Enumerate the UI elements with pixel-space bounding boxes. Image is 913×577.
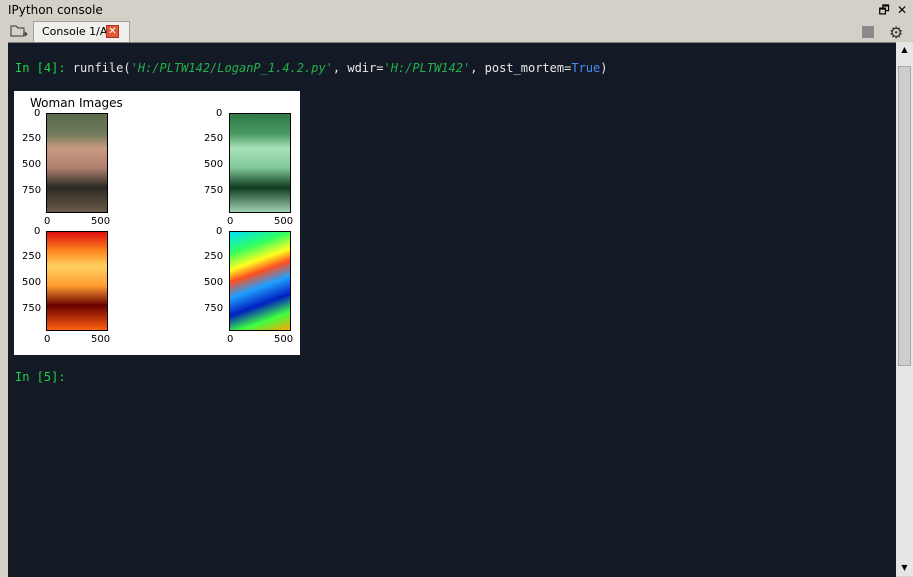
- window-controls: 🗗 ✕: [877, 1, 909, 22]
- tab-console-1a[interactable]: Console 1/A ✕: [33, 21, 130, 42]
- y-tick: 500: [22, 277, 42, 288]
- prompt-in-5: In [5]:: [15, 370, 66, 384]
- input-line-4: In [4]: runfile('H:/PLTW142/LoganP_1.4.2…: [15, 61, 607, 75]
- close-tab-icon[interactable]: ✕: [106, 25, 119, 38]
- code-func: runfile(: [65, 61, 131, 75]
- x-tick: 0: [44, 334, 51, 345]
- y-tick: 0: [216, 226, 223, 237]
- y-tick: 250: [22, 133, 42, 144]
- scroll-thumb[interactable]: [898, 66, 911, 366]
- y-tick: 0: [216, 108, 223, 119]
- woman-image-green: [229, 113, 291, 213]
- folder-icon[interactable]: [10, 24, 28, 38]
- restore-icon[interactable]: 🗗: [877, 1, 891, 22]
- figure-title: Woman Images: [30, 96, 123, 110]
- stop-icon[interactable]: [862, 26, 874, 38]
- close-window-icon[interactable]: ✕: [895, 3, 909, 17]
- y-tick: 250: [204, 251, 224, 262]
- code-arg-file: 'H:/PLTW142/LoganP_1.4.2.py': [130, 61, 333, 75]
- x-tick: 0: [44, 216, 51, 227]
- woman-image-red: [46, 231, 108, 331]
- code-close-paren: ): [600, 61, 608, 75]
- y-tick: 750: [204, 185, 224, 196]
- x-tick: 500: [91, 334, 111, 345]
- tab-bar: Console 1/A ✕ ⚙: [0, 20, 913, 42]
- y-tick: 500: [204, 277, 224, 288]
- y-tick: 250: [22, 251, 42, 262]
- y-tick: 750: [22, 303, 42, 314]
- woman-image-colormap: [229, 231, 291, 331]
- y-tick: 500: [22, 159, 42, 170]
- gear-icon[interactable]: ⚙: [889, 23, 903, 42]
- x-tick: 500: [274, 216, 294, 227]
- x-tick: 500: [274, 334, 294, 345]
- scroll-down-icon[interactable]: ▼: [896, 560, 913, 576]
- code-keyword-true: True: [571, 61, 601, 75]
- tab-label: Console 1/A: [42, 25, 108, 38]
- y-tick: 250: [204, 133, 224, 144]
- code-arg-wdir: 'H:/PLTW142': [383, 61, 471, 75]
- x-tick: 0: [227, 216, 234, 227]
- y-tick: 0: [34, 108, 41, 119]
- title-bar: IPython console 🗗 ✕: [0, 0, 913, 20]
- y-tick: 500: [204, 159, 224, 170]
- y-tick: 750: [204, 303, 224, 314]
- window-title: IPython console: [8, 3, 103, 17]
- input-line-5[interactable]: In [5]:: [15, 370, 66, 384]
- x-tick: 500: [91, 216, 111, 227]
- y-tick: 750: [22, 185, 42, 196]
- woman-image-original: [46, 113, 108, 213]
- console-output[interactable]: In [4]: runfile('H:/PLTW142/LoganP_1.4.2…: [8, 42, 896, 577]
- x-tick: 0: [227, 334, 234, 345]
- vertical-scrollbar[interactable]: ▲ ▼: [896, 42, 913, 576]
- y-tick: 0: [34, 226, 41, 237]
- code-sep-wdir: , wdir=: [332, 61, 384, 75]
- matplotlib-figure: Woman Images 0 250 500 750 0 500 0 250 5…: [14, 91, 300, 355]
- prompt-in-4: In [4]:: [15, 61, 66, 75]
- scroll-up-icon[interactable]: ▲: [896, 42, 913, 58]
- code-sep-postmortem: , post_mortem=: [470, 61, 572, 75]
